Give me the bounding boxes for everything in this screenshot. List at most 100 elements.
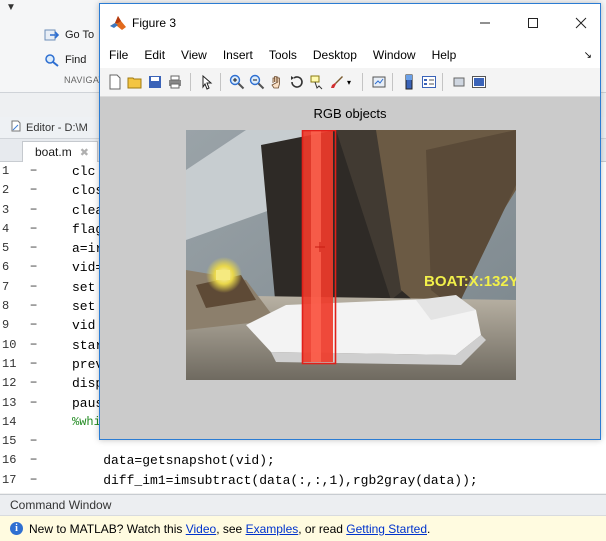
code-text: diff_im1=imsubtract(data(:,:,1),rgb2gray… [72,472,478,488]
editor-doc-icon [10,120,22,135]
line-number: 6 [2,260,10,275]
command-window-title: Command Window [10,498,112,512]
code-text: data=getsnapshot(vid); [72,453,275,469]
maximize-button[interactable] [518,13,548,33]
figure-canvas[interactable]: RGB objects BOAT:X:132Y [100,97,600,439]
code-text: set [72,279,96,295]
toolbar-separator [442,73,443,91]
line-number: 4 [2,221,10,236]
line-number: 10 [2,337,17,352]
toolbar-separator [220,73,221,91]
zoom-in-icon[interactable] [228,73,246,91]
tab-label: boat.m [35,145,72,159]
video-link[interactable]: Video [186,522,216,536]
legend-icon[interactable] [420,73,438,91]
menu-dock-arrow-icon[interactable]: ↘ [584,50,592,61]
toolbar-separator [362,73,363,91]
camera-image [186,130,516,380]
code-comment: %whi [72,414,101,429]
close-icon [575,17,587,29]
magnifier-icon [44,53,60,67]
data-cursor-icon[interactable] [308,73,326,91]
show-plot-tools-icon[interactable] [470,73,488,91]
code-text: clc [72,164,96,179]
save-figure-icon[interactable] [146,73,164,91]
menu-help[interactable]: Help [424,48,465,62]
getting-started-link[interactable]: Getting Started [346,522,427,536]
goto-label: Go To [65,29,95,41]
menu-window[interactable]: Window [365,48,424,62]
toolbar-separator [392,73,393,91]
menu-edit[interactable]: Edit [136,48,173,62]
boat-position-label: BOAT:X:132Y:117 [424,273,516,290]
line-number: 12 [2,376,17,391]
minimize-icon [480,22,490,24]
open-file-icon[interactable] [126,73,144,91]
menu-view[interactable]: View [173,48,215,62]
goto-button[interactable]: Go To [44,26,94,44]
breakpoint-dash[interactable]: − [30,471,37,490]
line-number: 9 [2,318,10,333]
breakpoint-dash[interactable]: − [30,278,37,297]
examples-link[interactable]: Examples [246,522,299,536]
matlab-logo-icon [109,14,127,32]
breakpoint-dash[interactable]: − [30,355,37,374]
figure-toolbar: ▾ [100,68,600,97]
code-line: 17− diff_im1=imsubtract(data(:,:,1),rgb2… [0,471,606,490]
menu-file[interactable]: File [100,48,136,62]
breakpoint-dash[interactable]: − [30,451,37,470]
hide-plot-tools-icon[interactable] [450,73,468,91]
breakpoint-dash[interactable]: − [30,316,37,335]
breakpoint-dash[interactable]: − [30,336,37,355]
new-figure-icon[interactable] [106,73,124,91]
code-text: vid [72,318,96,334]
command-window-header: Command Window [0,494,606,516]
code-line: 16− data=getsnapshot(vid); [0,451,606,470]
breakpoint-dash[interactable]: − [30,239,37,258]
menu-desktop[interactable]: Desktop [305,48,365,62]
breakpoint-dash[interactable]: − [30,162,37,181]
video-frame: BOAT:X:132Y:117 [186,130,516,380]
brush-dropdown-icon[interactable]: ▾ [344,73,354,91]
ribbon-collapse-icon[interactable]: ▼ [6,2,16,13]
info-icon: i [10,522,23,535]
breakpoint-dash[interactable]: − [30,181,37,200]
editor-title: Editor - D:\M [26,121,88,134]
line-number: 13 [2,395,17,410]
line-number: 2 [2,183,10,198]
zoom-out-icon[interactable] [248,73,266,91]
minimize-button[interactable] [470,13,500,33]
link-plot-icon[interactable] [370,73,388,91]
breakpoint-dash[interactable]: − [30,394,37,413]
pan-hand-icon[interactable] [268,73,286,91]
breakpoint-dash[interactable]: − [30,220,37,239]
line-number: 8 [2,299,10,314]
goto-arrow-icon [44,28,60,42]
line-number: 3 [2,202,10,217]
print-icon[interactable] [166,73,184,91]
message-text: New to MATLAB? Watch this Video, see Exa… [29,521,431,536]
toolbar-separator [190,73,191,91]
breakpoint-dash[interactable]: − [30,432,37,451]
line-number: 16 [2,453,17,468]
figure-window[interactable]: Figure 3 File Edit View Insert Tools Des… [99,3,601,440]
tab-close-icon[interactable]: ✖ [80,146,89,159]
command-window-message: i New to MATLAB? Watch this Video, see E… [0,516,606,541]
find-button[interactable]: Find [44,51,86,69]
colorbar-icon[interactable] [400,73,418,91]
tab-boat-m[interactable]: boat.m ✖ [22,141,98,162]
breakpoint-dash[interactable]: − [30,201,37,220]
breakpoint-dash[interactable]: − [30,297,37,316]
figure-title: Figure 3 [132,16,177,30]
line-number: 15 [2,434,17,449]
close-button[interactable] [566,13,596,33]
breakpoint-dash[interactable]: − [30,374,37,393]
rotate-3d-icon[interactable] [288,73,306,91]
line-number: 14 [2,414,17,429]
menu-insert[interactable]: Insert [215,48,261,62]
code-text: set [72,299,96,315]
breakpoint-dash[interactable]: − [30,258,37,277]
menu-tools[interactable]: Tools [261,48,305,62]
figure-titlebar[interactable]: Figure 3 [100,4,600,42]
pointer-icon[interactable] [198,73,216,91]
